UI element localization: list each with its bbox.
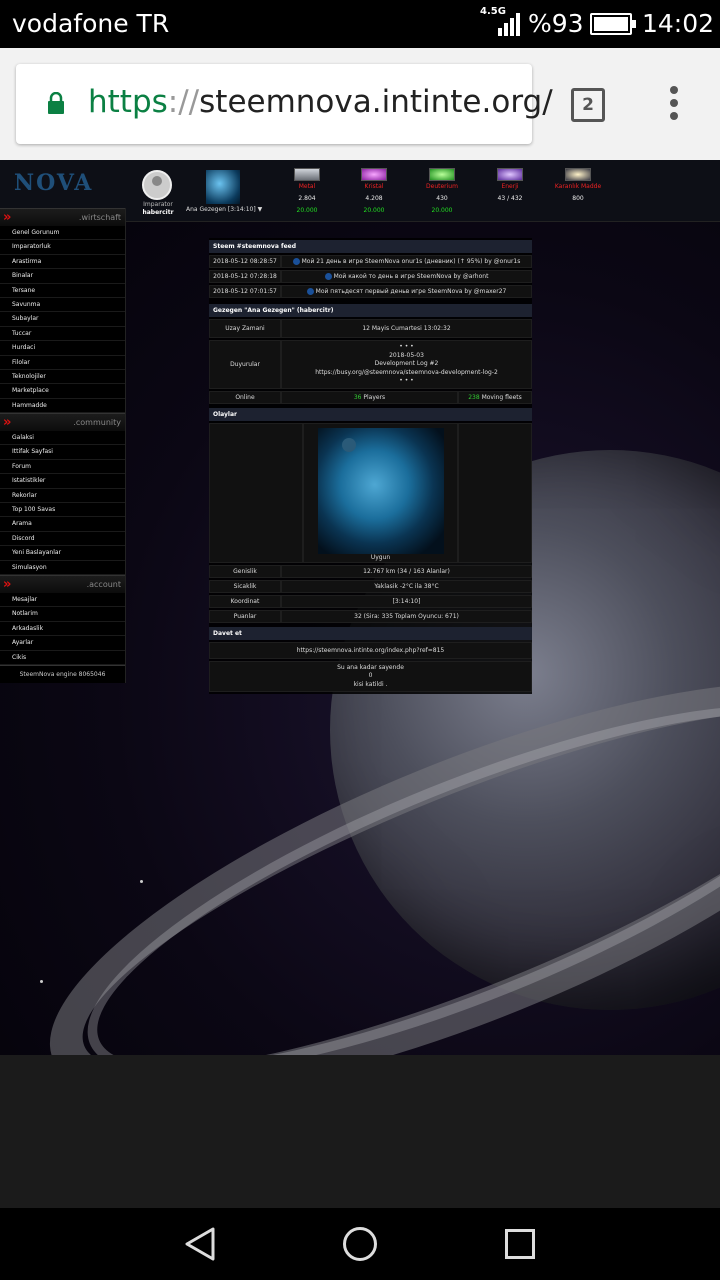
sidebar-section-community: » .community: [0, 413, 125, 432]
steem-icon: [324, 273, 332, 280]
sidebar-item-top100[interactable]: Top 100 Savas: [0, 503, 125, 518]
chevron-right-icon: »: [3, 415, 12, 431]
battery-percent: %93: [528, 9, 584, 38]
sidebar-item-discord[interactable]: Discord: [0, 532, 125, 547]
feed-row: 2018-05-12 08:28:57 Мой 21 день в игре S…: [209, 255, 532, 268]
clock: 14:02: [642, 9, 715, 38]
battery-icon: [590, 13, 636, 35]
sidebar-item-tersane[interactable]: Tersane: [0, 284, 125, 298]
feed-row: 2018-05-12 07:01:57 Мой пятьдесят первый…: [209, 285, 532, 298]
planet-title: Gezegen "Ana Gezegen" (habercitr): [209, 304, 532, 317]
sidebar-item-tuccar[interactable]: Tuccar: [0, 327, 125, 342]
sidebar-item-simulasyon[interactable]: Simulasyon: [0, 561, 125, 575]
sidebar-section-wirtschaft: » .wirtschaft: [0, 208, 125, 226]
sidebar-item-galaksi[interactable]: Galaksi: [0, 431, 125, 446]
sidebar-item-binalar[interactable]: Binalar: [0, 269, 125, 284]
game-sidebar: » .wirtschaft Genel Gorunum Imparatorluk …: [0, 208, 126, 683]
resource-dark-matter: Karanlık Madde 800: [548, 168, 608, 207]
planet-image-cell: Uygun: [303, 422, 458, 563]
steem-icon: [292, 258, 300, 265]
status-bar: vodafone TR 4.5G %93 14:02: [0, 0, 720, 48]
sidebar-item-cikis[interactable]: Cikis: [0, 651, 125, 665]
dark-matter-icon: [565, 168, 591, 181]
player-role: Imparator: [143, 201, 173, 208]
sidebar-item-yeni-baslayanlar[interactable]: Yeni Baslayanlar: [0, 546, 125, 561]
resource-metal: Metal 2.804 20.000: [277, 168, 337, 214]
web-page: NOVA Imparator habercitr Ana Gezegen [3:…: [0, 160, 720, 1055]
sidebar-item-filolar[interactable]: Filolar: [0, 356, 125, 370]
planet-select[interactable]: Ana Gezegen [3:14:10] ▼: [186, 206, 262, 213]
planet-status: Uygun: [370, 553, 391, 561]
steem-icon: [306, 288, 314, 295]
tab-switcher-button[interactable]: 2: [571, 88, 605, 122]
sidebar-item-arastirma[interactable]: Arastirma: [0, 255, 125, 270]
planet-image[interactable]: [317, 427, 444, 554]
sidebar-item-ittifak[interactable]: Ittifak Sayfasi: [0, 445, 125, 460]
sidebar-item-marketplace[interactable]: Marketplace: [0, 384, 125, 399]
player-points: 32 (Sira: 335 Toplam Oyuncu: 671): [281, 609, 532, 623]
page-bottom-area: [0, 1055, 720, 1208]
feed-row: 2018-05-12 07:28:18 Мой какой то день в …: [209, 270, 532, 283]
sidebar-item-hammadde[interactable]: Hammadde: [0, 399, 125, 414]
sidebar-item-imparatorluk[interactable]: Imparatorluk: [0, 240, 125, 255]
online-players: 36 Players: [281, 390, 458, 404]
home-icon[interactable]: [343, 1227, 377, 1261]
resource-deuterium: Deuterium 430 20.000: [412, 168, 472, 214]
planet-thumbnail[interactable]: [206, 170, 240, 204]
game-logo[interactable]: NOVA: [14, 170, 93, 196]
announcement[interactable]: • • • 2018-05-03 Development Log #2 http…: [281, 340, 532, 389]
metal-icon: [294, 168, 320, 181]
invite-stats: Su ana kadar sayende 0 kisi katildi .: [209, 660, 532, 692]
moving-fleets: 238 Moving fleets: [458, 390, 532, 404]
crystal-icon: [361, 168, 387, 181]
events-title: Olaylar: [209, 407, 532, 421]
sidebar-item-mesajlar[interactable]: Mesajlar: [0, 593, 125, 608]
resource-crystal: Kristal 4.208 20.000: [344, 168, 404, 214]
overview-panel: Steem #steemnova feed 2018-05-12 08:28:5…: [209, 238, 532, 694]
sidebar-item-ayarlar[interactable]: Ayarlar: [0, 636, 125, 651]
sidebar-item-forum[interactable]: Forum: [0, 460, 125, 475]
recent-apps-icon[interactable]: [505, 1229, 535, 1259]
sidebar-item-istatistikler[interactable]: Istatistikler: [0, 474, 125, 489]
player-avatar[interactable]: [142, 170, 172, 200]
server-time: 12 Mayis Cumartesi 13:02:32: [281, 319, 532, 338]
sidebar-item-rekorlar[interactable]: Rekorlar: [0, 489, 125, 504]
address-bar[interactable]: https://steemnova.intinte.org/: [16, 64, 553, 144]
sidebar-item-hurdaci[interactable]: Hurdaci: [0, 341, 125, 356]
deuterium-icon: [429, 168, 455, 181]
planet-temperature: Yaklasik -2°C ila 38°C: [281, 579, 532, 593]
engine-version: SteemNova engine 8065046: [0, 664, 125, 683]
browser-toolbar: https://steemnova.intinte.org/ 2: [0, 48, 720, 160]
resource-energy: Enerji 43 / 432: [480, 168, 540, 207]
feed-link[interactable]: Мой пятьдесят первый деньв игре SteemNov…: [281, 285, 532, 298]
back-icon[interactable]: [183, 1226, 219, 1262]
carrier-name: vodafone TR: [12, 9, 170, 38]
feed-link[interactable]: Мой какой то день в игре SteemNova by @a…: [281, 270, 532, 283]
sidebar-item-subaylar[interactable]: Subaylar: [0, 312, 125, 327]
sidebar-item-arama[interactable]: Arama: [0, 517, 125, 532]
invite-link[interactable]: https://steemnova.intinte.org/index.php?…: [209, 641, 532, 659]
signal-icon: [498, 13, 520, 36]
url-text[interactable]: https://steemnova.intinte.org/: [88, 84, 553, 120]
feed-link[interactable]: Мой 21 день в игре SteemNova onur1s (дне…: [281, 255, 532, 268]
sidebar-item-savunma[interactable]: Savunma: [0, 298, 125, 313]
invite-title: Davet et: [209, 626, 532, 640]
lock-icon: [48, 92, 64, 114]
chevron-right-icon: »: [3, 210, 12, 225]
energy-icon: [497, 168, 523, 181]
feed-title: Steem #steemnova feed: [209, 240, 532, 253]
star: [140, 880, 143, 883]
sidebar-item-arkadaslik[interactable]: Arkadaslik: [0, 622, 125, 637]
sidebar-item-genel-gorunum[interactable]: Genel Gorunum: [0, 226, 125, 241]
chevron-right-icon: »: [3, 576, 12, 592]
sidebar-item-notlarim[interactable]: Notlarim: [0, 607, 125, 622]
star: [40, 980, 43, 983]
sidebar-section-account: » .account: [0, 574, 125, 593]
player-name: habercitr: [142, 209, 174, 216]
sidebar-item-teknolojiler[interactable]: Teknolojiler: [0, 370, 125, 385]
planet-coordinates[interactable]: [3:14:10]: [281, 594, 532, 608]
overflow-menu-icon[interactable]: [664, 86, 684, 126]
planet-size: 12.767 km (34 / 163 Alanlar): [281, 564, 532, 578]
